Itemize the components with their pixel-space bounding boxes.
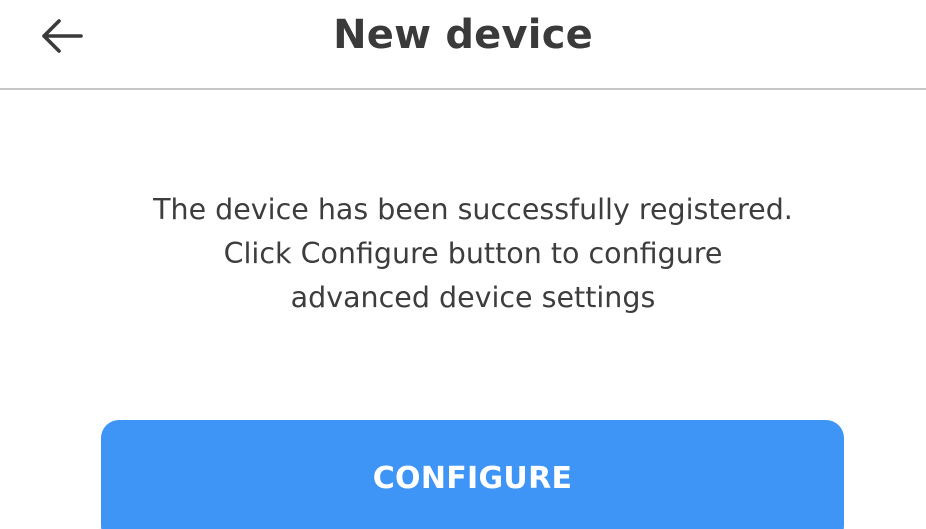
- configure-button-label: CONFIGURE: [372, 461, 573, 496]
- success-message: The device has been successfully registe…: [0, 188, 926, 320]
- message-line: advanced device settings: [290, 281, 656, 314]
- configure-button[interactable]: CONFIGURE: [101, 420, 844, 529]
- app-bar: New device: [0, 0, 926, 90]
- message-line: The device has been successfully registe…: [153, 193, 793, 226]
- message-line: Click Configure button to configure: [223, 237, 723, 270]
- page-title: New device: [333, 12, 593, 58]
